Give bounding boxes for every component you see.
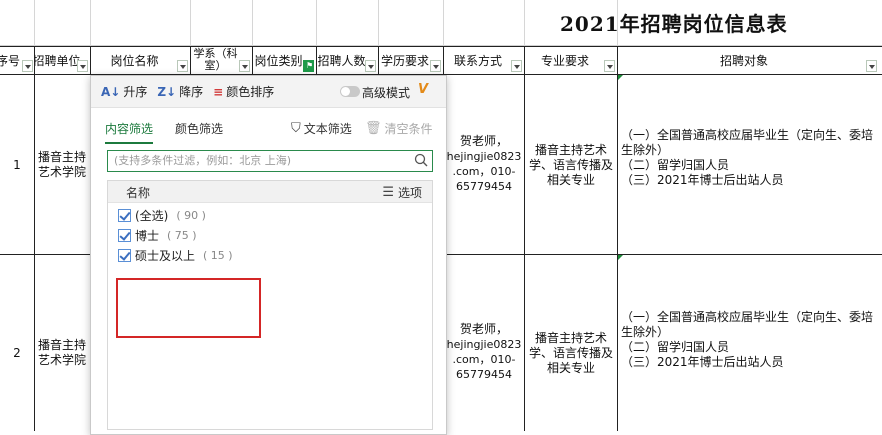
text-filter-button[interactable]: ⛉ 文本筛选 (291, 120, 352, 137)
sort-asc-icon: A↓ (101, 84, 121, 99)
filter-dropdown-dept[interactable] (239, 60, 250, 72)
checkbox-master-above[interactable] (118, 249, 131, 262)
row2-unit: 播音主持艺术学院 (38, 338, 87, 367)
tab-content-filter[interactable]: 内容筛选 (105, 120, 154, 144)
text-filter-label: 文本筛选 (303, 122, 352, 136)
list-options-label: 选项 (397, 186, 422, 200)
menu-icon: ☰ (382, 185, 394, 200)
color-sort-label: 颜色排序 (226, 85, 275, 99)
row1-contact-3: .com，010- (452, 165, 516, 178)
row1-target-3: （二）留学归国人员 (621, 158, 730, 172)
trash-icon: 🗑 (365, 121, 382, 136)
clear-conditions-button[interactable]: 🗑 清空条件 (365, 120, 433, 137)
row2-target-1: （一）全国普通高校应届毕业生（定向生、委培 (621, 310, 874, 324)
sort-desc-button[interactable]: Z↓ 降序 (157, 83, 203, 100)
filter-dropdown-unit[interactable] (77, 60, 88, 72)
filter-search-box (107, 150, 433, 172)
title-row: 2021年招聘岗位信息表 (0, 0, 882, 46)
sort-desc-icon: Z↓ (157, 84, 177, 99)
list-item-master-above[interactable]: 硕士及以上 ( 15 ) (118, 247, 233, 264)
row2-contact-4: 65779454 (456, 368, 512, 381)
list-item-label: 博士 (135, 229, 160, 243)
advanced-mode-label: 高级模式 (361, 86, 410, 100)
row2-major: 播音主持艺术学、语言传播及相关专业 (528, 331, 613, 375)
search-icon[interactable] (414, 153, 428, 167)
list-item-count: ( 75 ) (167, 229, 197, 242)
filter-dropdown-contact[interactable] (511, 60, 522, 72)
filter-toolbar: A↓ 升序 Z↓ 降序 ≡ 颜色排序 高级模式 V (91, 76, 446, 108)
filter-dropdown-target[interactable] (866, 60, 877, 72)
sheet-title: 2021年招聘岗位信息表 (560, 12, 788, 36)
row1-target-2: 生除外） (621, 143, 670, 157)
filter-search-input[interactable] (114, 154, 406, 167)
color-sort-icon: ≡ (213, 84, 224, 99)
list-item-select-all[interactable]: (全选) ( 90 ) (118, 207, 206, 224)
row1-seq: 1 (13, 158, 21, 172)
comment-marker (618, 75, 623, 80)
row2-seq: 2 (13, 346, 21, 360)
tab-color-filter[interactable]: 颜色筛选 (175, 120, 223, 144)
filter-dropdown-type[interactable] (303, 60, 314, 72)
row2-contact-1: 贺老师， (459, 322, 508, 336)
filter-dropdown-seq[interactable] (22, 60, 33, 72)
row1-contact-2: hejingjie0823 (446, 150, 522, 163)
row1-contact-4: 65779454 (456, 180, 512, 193)
funnel-icon: ⛉ (291, 121, 301, 136)
row2-target-3: （二）留学归国人员 (621, 340, 730, 354)
row1-major: 播音主持艺术学、语言传播及相关专业 (528, 143, 613, 187)
comment-marker (618, 255, 623, 260)
vip-badge-icon: V (417, 82, 428, 97)
filter-dropdown-position[interactable] (177, 60, 188, 72)
header-target: 招聘对象 (719, 53, 768, 68)
list-item-label: 硕士及以上 (135, 249, 196, 263)
row2-target-4: （三）2021年博士后出站人员 (621, 355, 784, 369)
list-header-name: 名称 (126, 186, 151, 200)
filter-dropdown-major[interactable] (604, 60, 615, 72)
row2-contact-3: .com，010- (452, 353, 516, 366)
highlight-box (116, 278, 261, 338)
row1-unit: 播音主持艺术学院 (38, 150, 87, 179)
filter-dropdown-edu[interactable] (430, 60, 441, 72)
sort-desc-label: 降序 (179, 85, 204, 99)
row2-target-2: 生除外） (621, 325, 670, 339)
row1-target-4: （三）2021年博士后出站人员 (621, 173, 784, 187)
list-item-count: ( 90 ) (176, 209, 206, 222)
clear-conditions-label: 清空条件 (384, 122, 433, 136)
list-item-label: (全选) (135, 209, 169, 223)
row1-target-1: （一）全国普通高校应届毕业生（定向生、委培 (621, 128, 874, 142)
advanced-mode-toggle[interactable] (340, 86, 360, 97)
sort-asc-button[interactable]: A↓ 升序 (101, 83, 147, 100)
row1-contact-1: 贺老师， (459, 134, 508, 148)
filter-dropdown-num[interactable] (365, 60, 376, 72)
list-options-button[interactable]: ☰ 选项 (382, 184, 422, 201)
filter-list-header: 名称 ☰ 选项 (108, 181, 432, 203)
filter-popup: A↓ 升序 Z↓ 降序 ≡ 颜色排序 高级模式 V 内容筛选 颜色筛选 ⛉ 文本… (90, 75, 447, 435)
filter-tabs: 内容筛选 颜色筛选 (105, 120, 245, 144)
row2-contact-2: hejingjie0823 (446, 338, 522, 351)
sort-asc-label: 升序 (123, 85, 148, 99)
color-sort-button[interactable]: ≡ 颜色排序 (213, 83, 274, 100)
checkbox-doctor[interactable] (118, 229, 131, 242)
checkbox-select-all[interactable] (118, 209, 131, 222)
header-position: 岗位名称 (110, 53, 159, 68)
list-item-count: ( 15 ) (203, 249, 233, 262)
list-item-doctor[interactable]: 博士 ( 75 ) (118, 227, 197, 244)
